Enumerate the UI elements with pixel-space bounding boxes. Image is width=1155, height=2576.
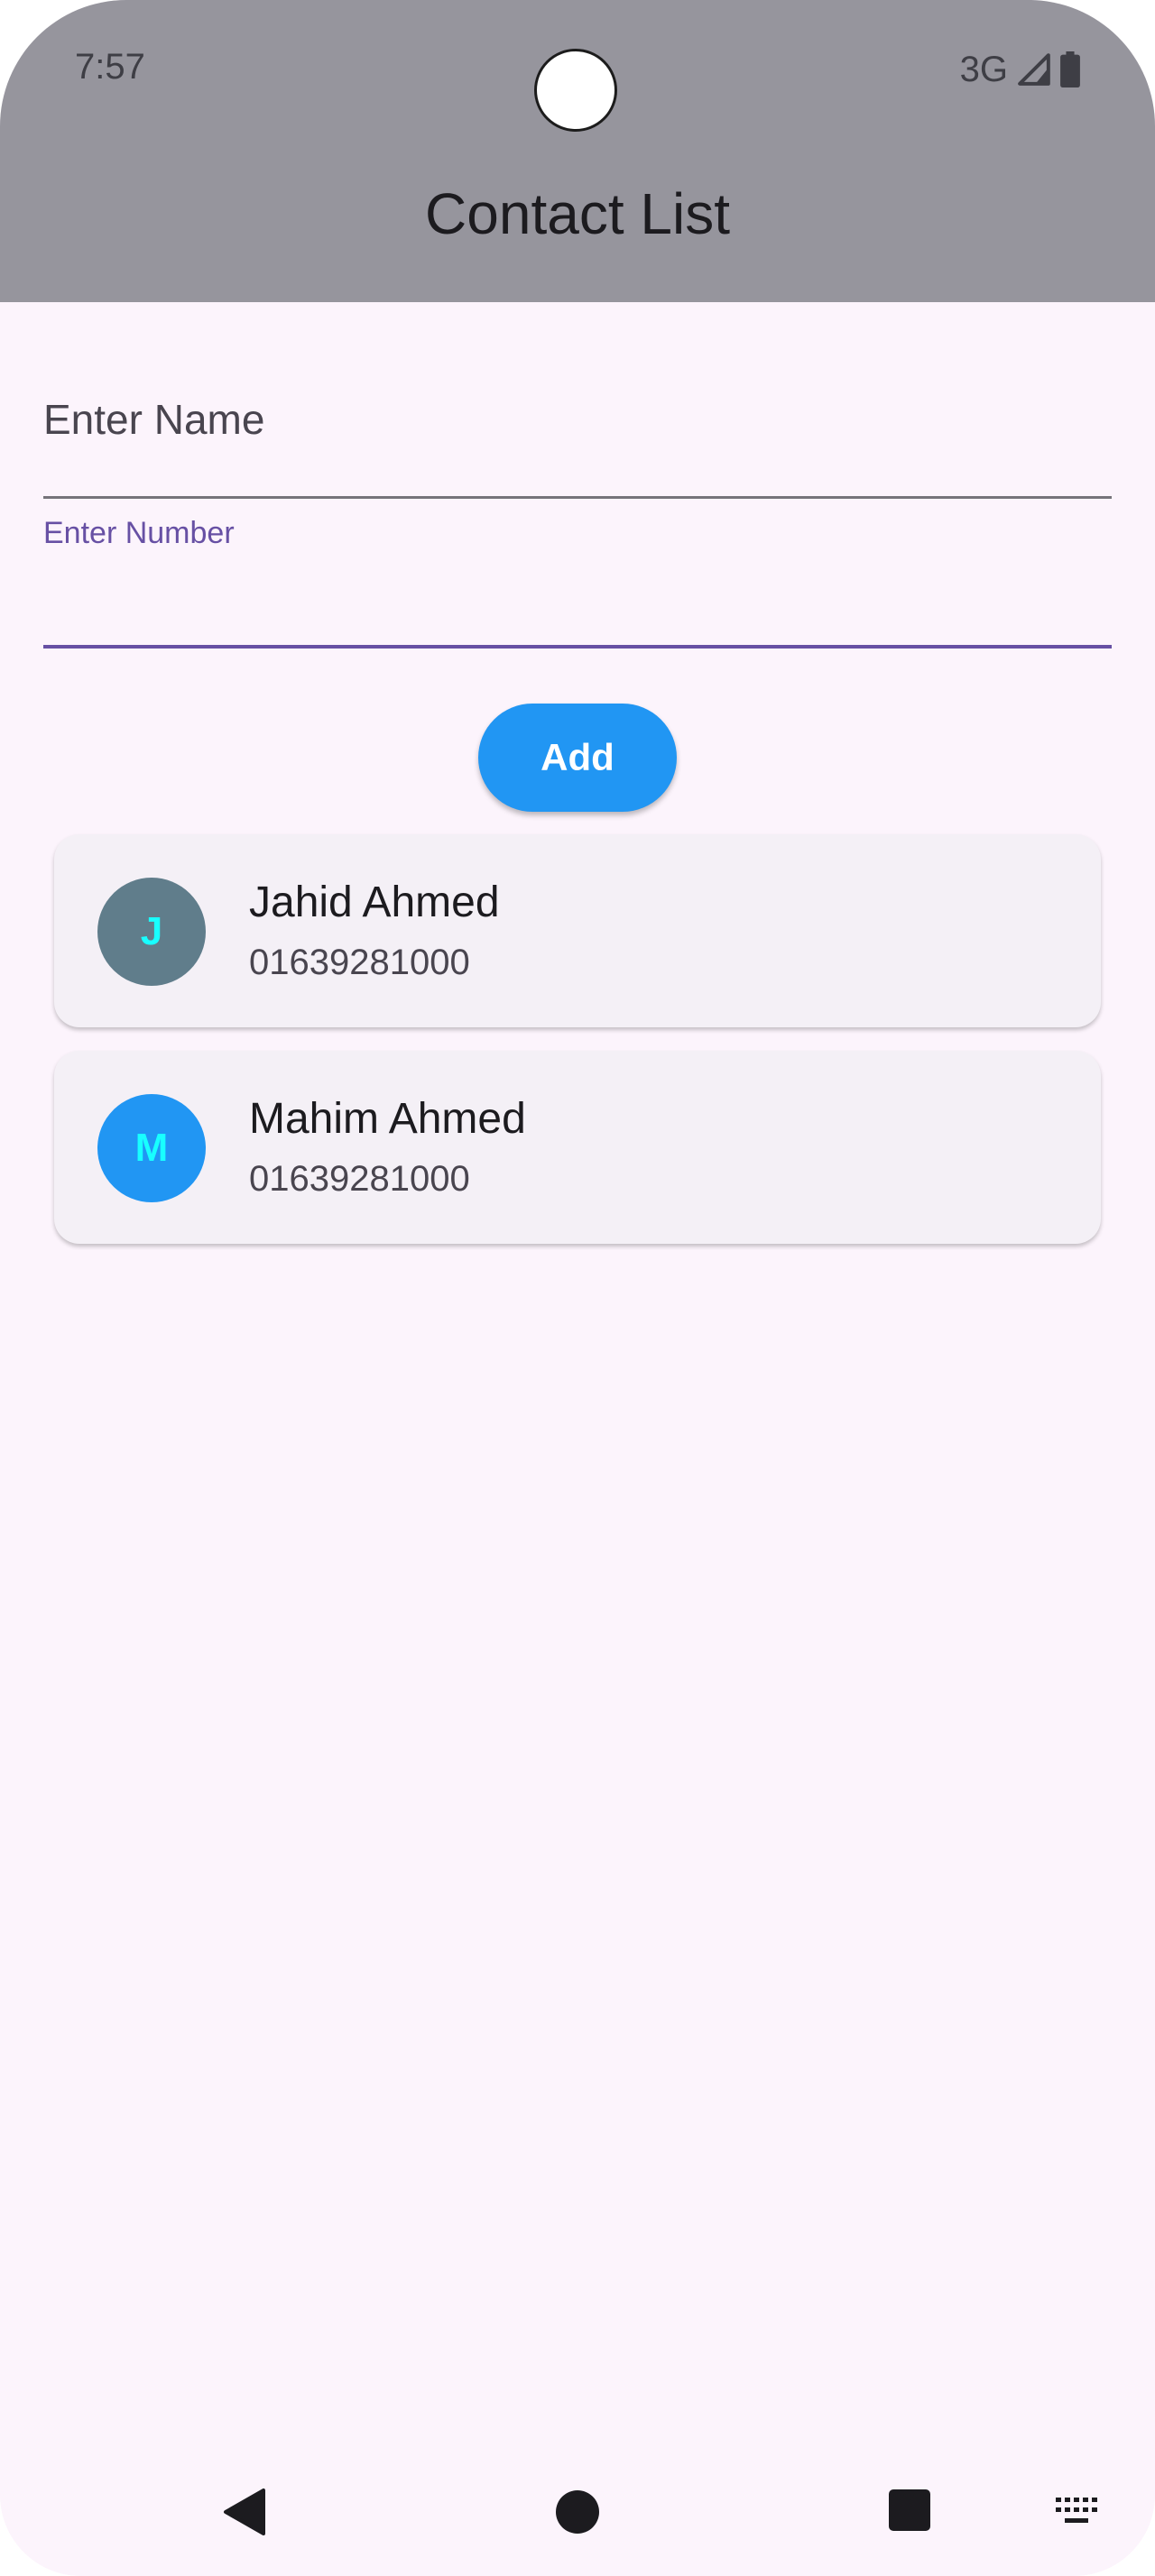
signal-icon: [1018, 53, 1050, 86]
home-icon[interactable]: [554, 2489, 601, 2535]
contact-card[interactable]: J Jahid Ahmed 01639281000: [54, 834, 1101, 1027]
add-contact-button[interactable]: Add: [478, 704, 677, 812]
contact-card[interactable]: M Mahim Ahmed 01639281000: [54, 1051, 1101, 1244]
contact-list: J Jahid Ahmed 01639281000 M Mahim Ahmed …: [54, 834, 1101, 1267]
keyboard-icon[interactable]: [1054, 2496, 1101, 2528]
contact-number: 01639281000: [249, 943, 470, 982]
contact-name: Jahid Ahmed: [249, 879, 500, 926]
page-title: Contact List: [425, 181, 730, 246]
phone-screen: 7:57 3G Contact List Enter Name Enter Nu…: [0, 0, 1155, 2576]
name-input[interactable]: [43, 435, 1112, 489]
name-field[interactable]: Enter Name: [43, 361, 1112, 499]
battery-icon: [1060, 51, 1080, 87]
status-icons: 3G: [960, 47, 1080, 92]
status-time: 7:57: [75, 47, 145, 87]
back-icon[interactable]: [220, 2487, 267, 2537]
network-type: 3G: [959, 49, 1008, 89]
avatar: J: [97, 878, 206, 986]
recents-icon[interactable]: [888, 2489, 931, 2532]
navigation-bar: [0, 2449, 1155, 2576]
camera-cutout: [534, 49, 617, 132]
number-field-label: Enter Number: [43, 516, 235, 550]
avatar: M: [97, 1094, 206, 1202]
contact-number: 01639281000: [249, 1159, 470, 1199]
app-bar: 7:57 3G Contact List: [0, 0, 1155, 302]
number-field[interactable]: Enter Number: [43, 510, 1112, 649]
contact-name: Mahim Ahmed: [249, 1095, 526, 1143]
number-input[interactable]: [43, 584, 1112, 638]
